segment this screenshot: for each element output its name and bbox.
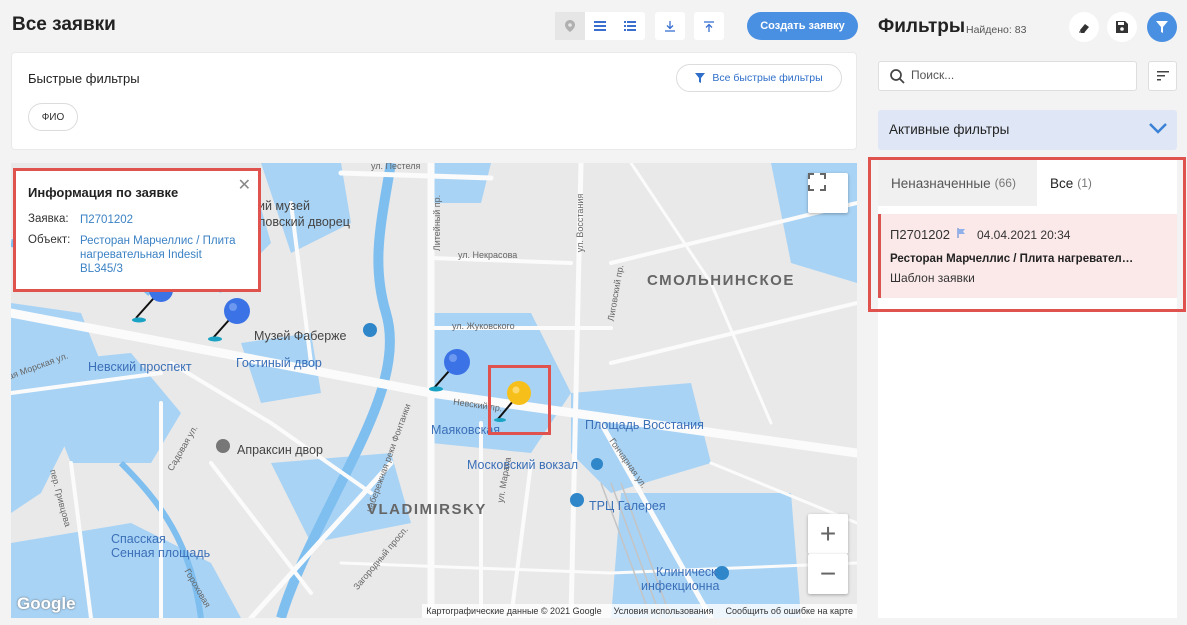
info-request-label: Заявка:: [28, 213, 69, 225]
map-label-vosstaniya: Площадь Восстания: [585, 418, 704, 432]
map-street-zhukovskogo: ул. Жуковского: [452, 321, 515, 331]
map-street-liteyny: Литейный пр.: [432, 194, 443, 252]
map-label-sennaya: Сенная площадь: [111, 546, 211, 560]
quick-filter-chip-fio[interactable]: ФИО: [28, 103, 78, 131]
map-label-nevsky-metro: Невский проспект: [88, 360, 192, 374]
search-field[interactable]: [878, 61, 1137, 91]
list-icon: [594, 21, 606, 31]
map-view-button[interactable]: [555, 12, 585, 40]
map-pin-icon: [565, 20, 575, 32]
page-title: Все заявки: [12, 14, 116, 35]
fullscreen-icon: [808, 173, 826, 191]
map-info-window: Информация по заявке ✕ Заявка: П2701202 О…: [13, 168, 261, 292]
map-label-museum: ий музей: [258, 199, 310, 213]
quick-filters-title: Быстрые фильтры: [28, 71, 140, 86]
upload-button[interactable]: [694, 12, 724, 40]
map-label-clinic-2: инфекционна: [641, 579, 720, 593]
active-filters-section[interactable]: Активные фильтры: [878, 110, 1177, 150]
info-window-title: Информация по заявке: [28, 185, 179, 200]
terms-link[interactable]: Условия использования: [614, 606, 714, 616]
sort-icon: [1156, 71, 1169, 81]
all-quick-filters-button[interactable]: Все быстрые фильтры: [676, 64, 842, 92]
download-button[interactable]: [655, 12, 685, 40]
selected-pin-highlight: [488, 365, 551, 435]
save-icon: [1116, 21, 1128, 33]
eraser-icon: [1079, 24, 1089, 33]
detailed-list-view-button[interactable]: [615, 12, 645, 40]
requests-highlight: [868, 157, 1186, 312]
active-filters-label: Активные фильтры: [889, 122, 1010, 137]
map-data-credit: Картографические данные © 2021 Google: [426, 606, 602, 616]
info-object-label: Объект:: [28, 234, 71, 246]
clear-filters-button[interactable]: [1069, 12, 1099, 42]
list-view-button[interactable]: [585, 12, 615, 40]
save-filters-button[interactable]: [1107, 12, 1137, 42]
map-label-gostiny: Гостиный двор: [236, 356, 322, 370]
upload-icon: [704, 20, 714, 32]
quick-filters-card: Быстрые фильтры Все быстрые фильтры ФИО: [11, 52, 857, 150]
zoom-out-button[interactable]: −: [808, 554, 848, 594]
found-count: Найдено: 83: [966, 24, 1027, 36]
filter-toggle-button[interactable]: [1147, 12, 1177, 42]
map-label-moskovsky: Московский вокзал: [467, 458, 579, 472]
view-toggle-group: [555, 12, 645, 40]
map-label-palace: ловский дворец: [258, 215, 350, 229]
map-attribution: Картографические данные © 2021 Google Ус…: [422, 604, 857, 618]
map-label-galereya: ТРЦ Галерея: [589, 499, 666, 513]
zoom-in-button[interactable]: +: [808, 514, 848, 554]
close-icon[interactable]: ✕: [238, 175, 251, 195]
map-label-spasskaya: Спасская: [111, 532, 166, 546]
search-input[interactable]: [911, 68, 1121, 82]
filter-icon: [695, 73, 706, 83]
all-quick-filters-label: Все быстрые фильтры: [712, 72, 823, 84]
map-label-smolninskoe: СМОЛЬНИНСКОЕ: [647, 272, 795, 289]
google-logo: Google: [17, 594, 76, 613]
fullscreen-button[interactable]: [808, 173, 848, 213]
info-request-link[interactable]: П2701202: [80, 213, 245, 227]
search-icon: [890, 69, 905, 84]
map-label-vladimirsky: VLADIMIRSKY: [367, 501, 487, 518]
info-object-link[interactable]: Ресторан Марчеллис / Плита нагревательна…: [80, 234, 245, 276]
bulleted-list-icon: [624, 21, 636, 31]
create-request-button[interactable]: Создать заявку: [747, 12, 858, 40]
filters-title: Фильтры: [878, 16, 966, 37]
report-error-link[interactable]: Сообщить об ошибке на карте: [726, 606, 853, 616]
map-label-faberge: Музей Фаберже: [254, 329, 347, 343]
map-street-nekrasova: ул. Некрасова: [458, 250, 518, 260]
map-street-vosstaniya: ул. Восстания: [575, 193, 586, 253]
map-label-apraksin: Апраксин двор: [237, 443, 323, 457]
map[interactable]: ий музей ловский дворец Музей Фаберже Не…: [11, 163, 857, 618]
map-street-pestelya: ул. Пестеля: [371, 163, 421, 171]
sort-button[interactable]: [1148, 61, 1177, 91]
map-label-clinic-1: Клиническ: [656, 565, 717, 579]
download-icon: [665, 20, 675, 32]
chevron-down-icon: [1149, 123, 1167, 134]
filter-icon: [1156, 21, 1168, 33]
